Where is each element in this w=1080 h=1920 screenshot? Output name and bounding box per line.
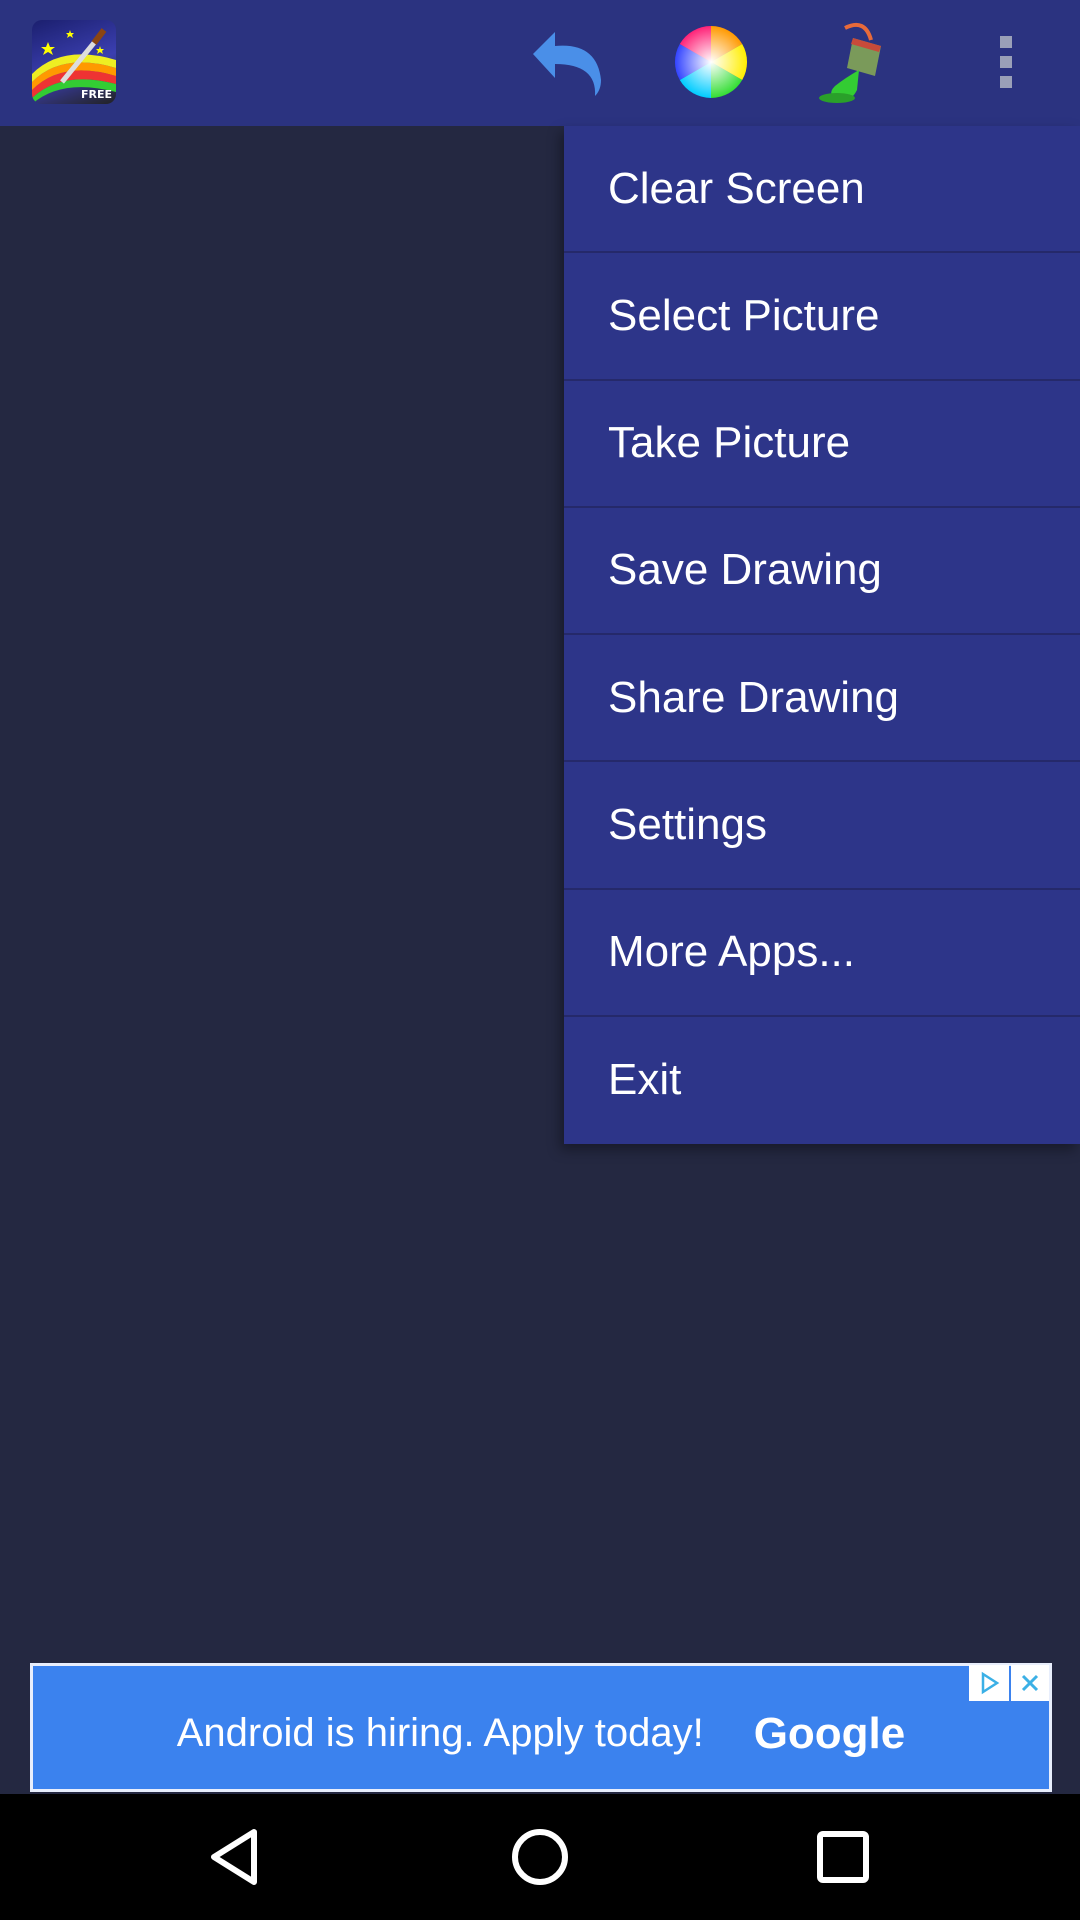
menu-item-take-picture[interactable]: Take Picture — [564, 381, 1080, 508]
screen: FREE Clear Screen Select Picture Take Pi… — [0, 0, 1080, 1920]
paint-bucket-icon — [819, 23, 881, 103]
back-triangle-icon — [211, 1829, 257, 1885]
undo-button[interactable] — [519, 20, 609, 104]
overflow-menu-icon — [1000, 36, 1012, 88]
home-circle-icon — [512, 1829, 568, 1885]
menu-item-save-drawing[interactable]: Save Drawing — [564, 508, 1080, 635]
free-badge: FREE — [80, 88, 112, 101]
color-picker-button[interactable] — [666, 20, 756, 104]
menu-item-exit[interactable]: Exit — [564, 1017, 1080, 1144]
navigation-bar — [0, 1794, 1080, 1920]
back-button[interactable] — [202, 1822, 272, 1892]
overflow-menu: Clear Screen Select Picture Take Picture… — [564, 126, 1080, 1144]
menu-item-more-apps[interactable]: More Apps... — [564, 890, 1080, 1017]
menu-item-share-drawing[interactable]: Share Drawing — [564, 635, 1080, 763]
menu-item-settings[interactable]: Settings — [564, 762, 1080, 890]
action-bar: FREE — [0, 0, 1080, 126]
color-wheel-icon — [674, 25, 748, 99]
home-button[interactable] — [505, 1822, 575, 1892]
ad-text: Android is hiring. Apply today! — [176, 1711, 704, 1755]
recent-apps-button[interactable] — [808, 1822, 878, 1892]
fill-button[interactable] — [815, 20, 905, 104]
overflow-menu-button[interactable] — [980, 20, 1032, 104]
ad-brand-logo: Google — [753, 1708, 906, 1758]
menu-item-select-picture[interactable]: Select Picture — [564, 253, 1080, 381]
ad-close-icon[interactable] — [1011, 1665, 1049, 1701]
recent-apps-square-icon — [817, 1831, 869, 1883]
ad-choices-icon[interactable] — [969, 1665, 1009, 1701]
ad-banner[interactable]: Android is hiring. Apply today! Google — [30, 1663, 1052, 1792]
app-logo-icon[interactable]: FREE — [32, 20, 116, 104]
undo-icon — [533, 32, 601, 96]
menu-item-clear-screen[interactable]: Clear Screen — [564, 126, 1080, 254]
